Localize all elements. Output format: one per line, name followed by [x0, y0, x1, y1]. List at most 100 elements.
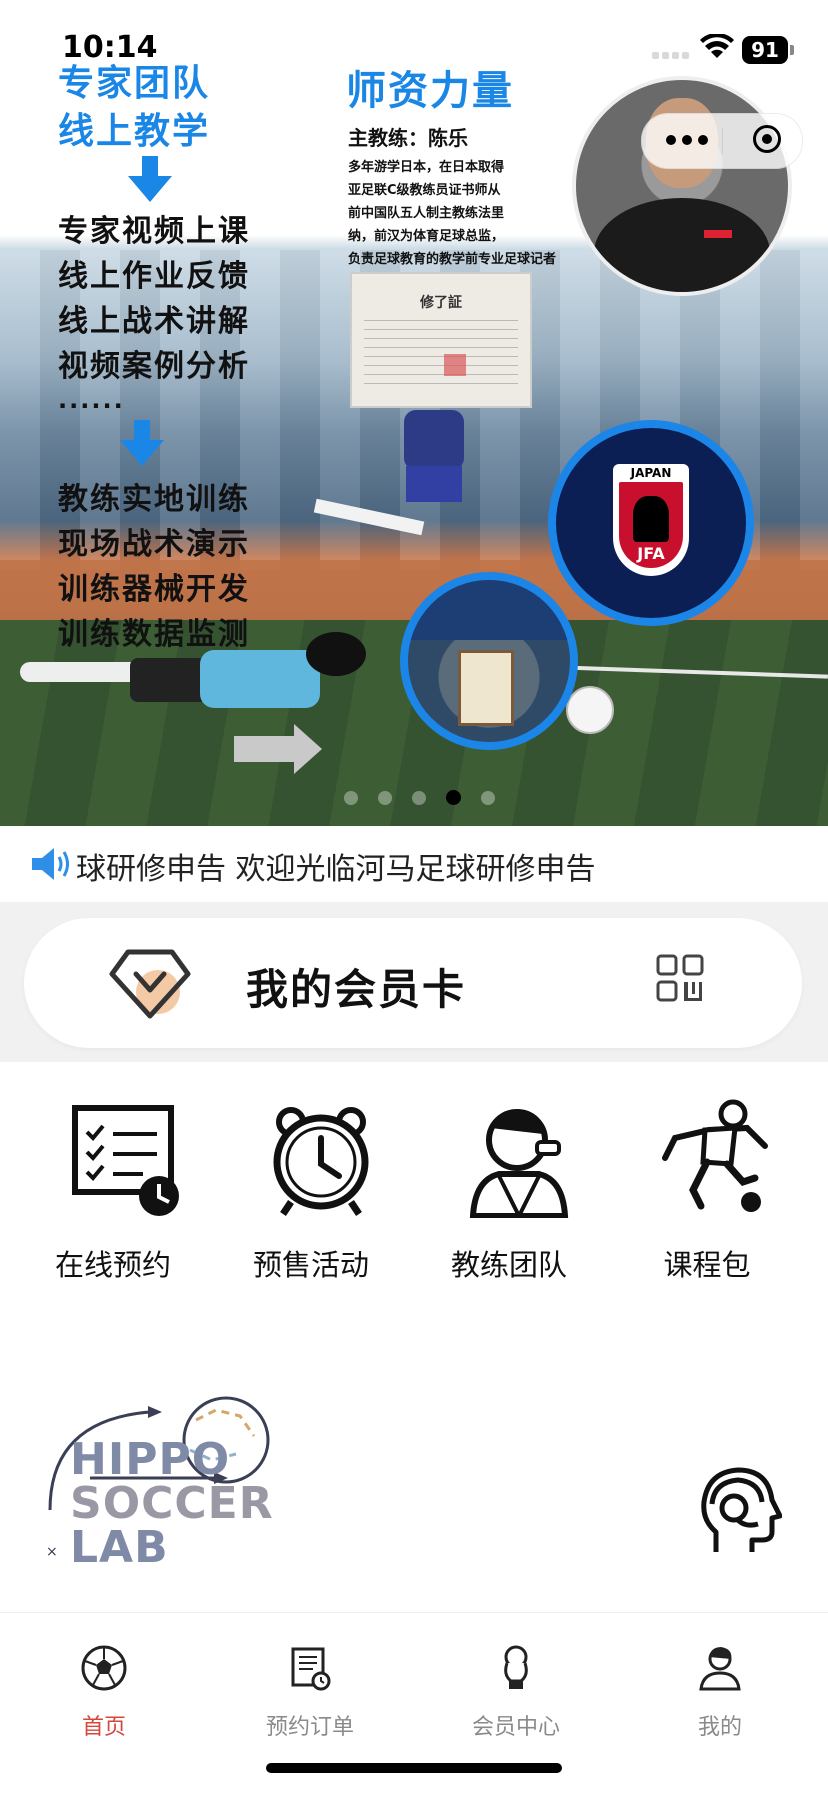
coach-bio-line: 亚足联C级教练员证书师从	[348, 183, 501, 198]
right-arrow-icon	[234, 724, 322, 774]
order-document-icon	[291, 1647, 331, 1691]
grid-item-online-booking[interactable]: 在线预约	[18, 1082, 208, 1302]
carousel-dot[interactable]	[344, 790, 358, 805]
grid-item-coach-team[interactable]: 教练团队	[414, 1082, 604, 1302]
offline-item: 教练实地训练	[58, 482, 250, 517]
online-item: 线上作业反馈	[58, 259, 250, 294]
user-profile-icon	[699, 1647, 741, 1691]
jfa-shield-field: JFA	[619, 482, 683, 568]
jfa-abbrev-text: JFA	[637, 544, 665, 563]
tab-home[interactable]: 首页	[24, 1633, 184, 1753]
keeper-head	[306, 632, 366, 676]
status-time: 10:14	[62, 30, 158, 65]
jfa-japan-text: JAPAN	[630, 466, 672, 480]
coach-bio-line: 纳，前汉为体育足球总监，	[348, 229, 505, 244]
player-shirt	[404, 410, 464, 470]
member-card-section: 我的会员卡	[0, 902, 828, 1062]
capsule-divider	[722, 128, 723, 154]
keeper-legs	[20, 662, 140, 682]
certificate-text-lines	[364, 320, 518, 390]
coach-avatar-photo	[572, 76, 792, 296]
lecture-slide	[408, 580, 570, 640]
signal-icon	[652, 52, 692, 60]
status-bar: 10:14 91	[0, 0, 828, 100]
lecture-video-circle	[400, 572, 578, 750]
hippo-soccer-lab-logo: × HIPPO SOCCER LAB	[40, 1390, 290, 1570]
certificate-stamp	[444, 354, 466, 376]
notice-marquee[interactable]: 球研修申告 欢迎光临河马足球研修申告	[0, 826, 828, 902]
online-item: 线上战术讲解	[58, 304, 250, 339]
notice-text: 球研修申告 欢迎光临河马足球研修申告	[76, 852, 596, 887]
down-arrow-icon	[128, 156, 172, 202]
carousel-dot-active[interactable]	[446, 790, 461, 805]
diving-goalkeeper-image	[20, 632, 380, 720]
keeper-torso	[200, 650, 320, 708]
wifi-icon	[700, 34, 734, 58]
running-player-image	[313, 400, 474, 550]
logo-line: LAB	[70, 1522, 169, 1573]
coach-bio-line: 多年游学日本，在日本取得	[348, 160, 505, 175]
grid-label: 教练团队	[450, 1248, 567, 1282]
tab-mine[interactable]: 我的	[640, 1633, 800, 1753]
checklist-clock-icon	[72, 1105, 179, 1216]
tactics-board	[458, 650, 514, 726]
home-indicator	[266, 1763, 562, 1773]
offline-item: 现场战术演示	[58, 527, 250, 562]
grid-label: 课程包	[663, 1248, 751, 1282]
coaching-certificate-image: 修了証	[350, 272, 532, 408]
battery-icon: 91	[742, 36, 788, 64]
coach-name: 主教练：陈乐	[348, 126, 468, 150]
qr-code-icon[interactable]	[656, 954, 704, 1004]
ellipsis-text: ......	[58, 386, 125, 414]
tab-label: 首页	[81, 1715, 126, 1740]
feature-grid: 在线预约 预售活动 教练团队 课程包	[0, 1062, 828, 1322]
logo-line: SOCCER	[70, 1478, 274, 1529]
trophy-icon	[504, 1645, 528, 1689]
alarm-clock-icon	[273, 1107, 369, 1216]
tab-label: 我的	[697, 1715, 742, 1740]
tab-label: 预约订单	[265, 1715, 354, 1740]
coach-bio-line: 前中国队五人制主教练法里	[348, 206, 505, 221]
tab-orders[interactable]: 预约订单	[230, 1633, 390, 1753]
crow-icon	[633, 496, 669, 542]
jfa-emblem-circle: JAPAN JFA	[548, 420, 754, 626]
soccer-ball-image	[566, 686, 614, 734]
carousel-dot[interactable]	[481, 790, 495, 805]
grid-label: 在线预约	[54, 1248, 171, 1282]
avatar-body	[594, 198, 770, 292]
online-item: 专家视频上课	[58, 214, 250, 249]
grid-item-presale[interactable]: 预售活动	[216, 1082, 406, 1302]
soccer-ball-icon	[81, 1645, 127, 1691]
certificate-title: 修了証	[420, 295, 462, 311]
keeper-shorts	[130, 658, 208, 702]
logo-line: HIPPO	[70, 1434, 231, 1485]
member-card-button[interactable]: 我的会员卡	[24, 918, 802, 1048]
soccer-player-icon	[662, 1099, 768, 1212]
referee-whistle-icon	[469, 1109, 569, 1218]
player-shorts	[406, 466, 462, 502]
tab-member-center[interactable]: 会员中心	[436, 1633, 596, 1753]
tab-label: 会员中心	[471, 1715, 560, 1740]
miniprogram-capsule	[641, 113, 803, 169]
speaker-icon	[32, 848, 69, 880]
online-item: 视频案例分析	[58, 349, 250, 384]
carousel-pagination	[344, 790, 495, 805]
avatar-shirt-logo	[704, 230, 732, 238]
down-arrow-icon	[120, 420, 164, 466]
coach-bio-line: 负责足球教育的教学前专业足球记者	[348, 252, 557, 267]
battery-tip	[790, 45, 794, 55]
vip-diamond-icon	[109, 949, 191, 1019]
customer-service-icon[interactable]	[696, 1462, 782, 1558]
offline-item: 训练器械开发	[58, 572, 250, 607]
close-miniprogram-icon[interactable]	[753, 125, 781, 153]
carousel-dot[interactable]	[378, 790, 392, 805]
member-card-title: 我的会员卡	[246, 965, 467, 1014]
grid-item-course-package[interactable]: 课程包	[612, 1082, 802, 1302]
bottom-tab-bar: 首页 预约订单 会员中心 我的	[0, 1612, 828, 1793]
grid-label: 预售活动	[252, 1248, 369, 1282]
more-menu-icon[interactable]	[666, 135, 708, 145]
banner-headline-2: 线上教学	[58, 111, 211, 152]
jfa-shield-icon: JAPAN JFA	[613, 464, 689, 576]
svg-text:×: ×	[46, 1544, 58, 1560]
carousel-dot[interactable]	[412, 790, 426, 805]
